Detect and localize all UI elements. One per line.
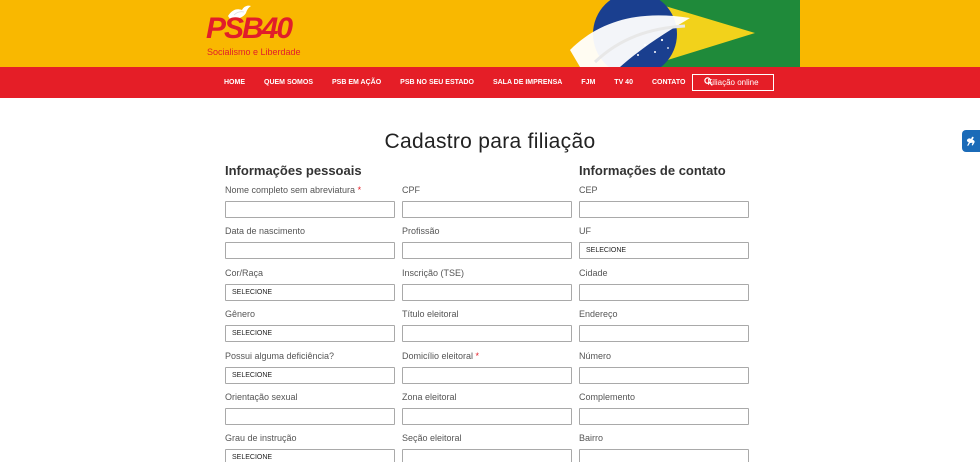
field-label: Possui alguma deficiência? (225, 350, 335, 361)
filiacao-online-button[interactable]: Filiação online (692, 74, 774, 91)
field-nascimento: Data de nascimento (225, 226, 395, 267)
field-label: Grau de instrução (225, 433, 297, 444)
numero-input[interactable] (579, 366, 749, 384)
nav-item-fjm[interactable]: FJM (581, 79, 595, 86)
field-grau-instrucao: Grau de instrução SELECIONE (225, 433, 395, 462)
field-label: Orientação sexual (225, 391, 298, 402)
nascimento-input[interactable] (225, 242, 395, 260)
contact-info-column: Informações de contato CEP UF SELECIONE … (579, 163, 749, 462)
cidade-input[interactable] (579, 283, 749, 301)
genero-select[interactable]: SELECIONE (225, 325, 395, 343)
nav-item-contato[interactable]: CONTATO (652, 79, 685, 86)
field-label: Domicílio eleitoral * (402, 351, 572, 367)
field-zona: Zona eleitoral (402, 392, 572, 433)
field-endereco: Endereço (579, 309, 749, 350)
psb-logo[interactable]: PSB40 Socialismo e Liberdade (206, 4, 301, 62)
complemento-input[interactable] (579, 407, 749, 425)
field-deficiencia: Possui alguma deficiência? SELECIONE (225, 351, 395, 392)
label-text: Nome completo sem abreviatura (225, 185, 356, 195)
accessibility-button[interactable] (962, 130, 980, 152)
field-uf: UF SELECIONE (579, 226, 749, 267)
top-banner: PSB40 Socialismo e Liberdade (0, 0, 980, 67)
field-label: Endereço (579, 309, 618, 320)
logo-tagline: Socialismo e Liberdade (207, 47, 301, 57)
nav-menu: HOME QUEM SOMOS PSB EM AÇÃO PSB NO SEU E… (224, 67, 732, 98)
required-marker: * (357, 185, 362, 195)
grau-instrucao-select[interactable]: SELECIONE (225, 449, 395, 462)
field-label: Título eleitoral (402, 309, 459, 320)
label-text: Domicílio eleitoral (402, 350, 474, 361)
field-label: Cidade (579, 267, 608, 278)
nav-item-psb-em-acao[interactable]: PSB EM AÇÃO (332, 79, 381, 86)
deficiencia-select[interactable]: SELECIONE (225, 366, 395, 384)
field-label: Seção eleitoral (402, 433, 462, 444)
field-label: Complemento (579, 391, 636, 402)
uf-select[interactable]: SELECIONE (579, 242, 749, 260)
field-secao: Seção eleitoral (402, 433, 572, 462)
field-nome: Nome completo sem abreviatura * (225, 185, 395, 226)
heading-spacer (402, 163, 572, 185)
field-label: Inscrição (TSE) (402, 267, 465, 278)
secao-input[interactable] (402, 449, 572, 462)
nav-item-home[interactable]: HOME (224, 79, 245, 86)
field-bairro: Bairro (579, 433, 749, 462)
bairro-input[interactable] (579, 449, 749, 462)
nav-item-sala-de-imprensa[interactable]: SALA DE IMPRENSA (493, 79, 562, 86)
accessibility-icon (966, 136, 975, 146)
electoral-info-column: CPF Profissão Inscrição (TSE) Título ele… (402, 163, 572, 462)
section-heading-personal: Informações pessoais (225, 163, 362, 178)
field-numero: Número (579, 351, 749, 392)
field-cor-raca: Cor/Raça SELECIONE (225, 268, 395, 309)
field-label: Nome completo sem abreviatura * (225, 185, 395, 201)
endereco-input[interactable] (579, 325, 749, 343)
field-label: Profissão (402, 226, 440, 237)
field-profissao: Profissão (402, 226, 572, 267)
cor-raca-select[interactable]: SELECIONE (225, 283, 395, 301)
field-label: UF (579, 226, 591, 237)
logo-text: PSB40 (206, 12, 293, 45)
brazil-flag-art (550, 0, 800, 67)
field-complemento: Complemento (579, 392, 749, 433)
field-label: Cor/Raça (225, 267, 264, 278)
field-label: Número (579, 350, 612, 361)
field-label: CPF (402, 185, 420, 195)
field-titulo: Título eleitoral (402, 309, 572, 350)
field-domicilio: Domicílio eleitoral * (402, 351, 572, 392)
nav-item-tv40[interactable]: TV 40 (614, 79, 633, 86)
section-heading-contact: Informações de contato (579, 163, 726, 178)
field-label: CEP (579, 185, 598, 195)
zona-input[interactable] (402, 407, 572, 425)
required-marker: * (475, 350, 480, 361)
nome-input[interactable] (225, 201, 395, 218)
page-title: Cadastro para filiação (384, 130, 596, 153)
field-genero: Gênero SELECIONE (225, 309, 395, 350)
titulo-input[interactable] (402, 325, 572, 343)
field-label: Data de nascimento (225, 226, 306, 237)
main-nav: HOME QUEM SOMOS PSB EM AÇÃO PSB NO SEU E… (0, 67, 980, 98)
nav-item-quem-somos[interactable]: QUEM SOMOS (264, 79, 313, 86)
field-cidade: Cidade (579, 268, 749, 309)
cep-input[interactable] (579, 201, 749, 218)
cpf-input[interactable] (402, 201, 572, 218)
domicilio-input[interactable] (402, 366, 572, 384)
field-inscricao: Inscrição (TSE) (402, 268, 572, 309)
field-label: Bairro (579, 433, 604, 444)
field-label: Zona eleitoral (402, 391, 457, 402)
inscricao-input[interactable] (402, 283, 572, 301)
field-label: Gênero (225, 309, 256, 320)
nav-item-psb-no-seu-estado[interactable]: PSB NO SEU ESTADO (400, 79, 474, 86)
field-orientacao: Orientação sexual (225, 392, 395, 433)
field-cpf: CPF (402, 185, 572, 226)
personal-info-column: Informações pessoais Nome completo sem a… (225, 163, 395, 462)
field-cep: CEP (579, 185, 749, 226)
profissao-input[interactable] (402, 242, 572, 260)
orientacao-input[interactable] (225, 407, 395, 425)
